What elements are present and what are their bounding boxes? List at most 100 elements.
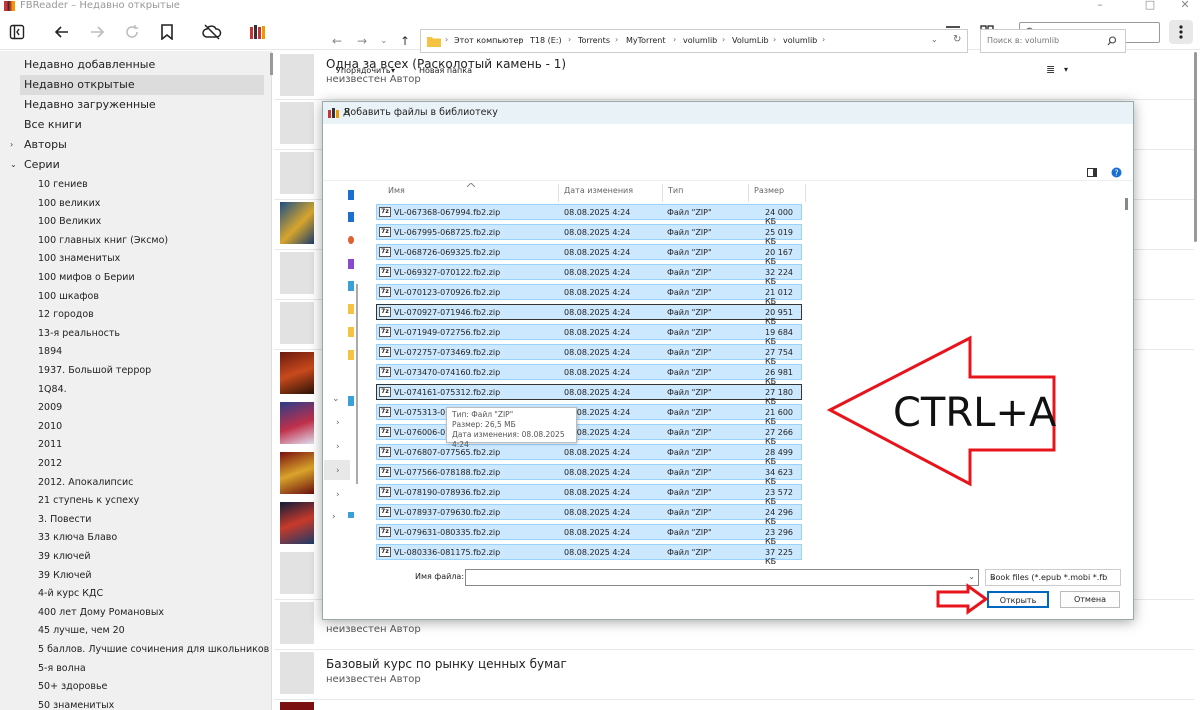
series-item[interactable]: 100 шкафов (38, 288, 99, 306)
file-row[interactable]: 7z VL-078190-078936.fb2.zip 08.08.2025 4:2… (376, 484, 802, 506)
nav-pane-icon[interactable] (348, 190, 354, 200)
address-dropdown-icon[interactable]: ⌄ (931, 35, 938, 44)
nav-expand-icon[interactable]: › (332, 512, 336, 522)
library-books-icon[interactable] (246, 20, 270, 44)
collapse-arrow-icon[interactable]: ⌄ (10, 155, 17, 175)
sidebar-item-series[interactable]: Серии (20, 155, 264, 175)
nav-expand-icon[interactable]: › (336, 466, 340, 476)
series-item[interactable]: 5-я волна (38, 660, 86, 678)
file-row[interactable]: 7z VL-078937-079630.fb2.zip 08.08.2025 4:2… (376, 504, 802, 526)
nav-pane-icon[interactable] (348, 350, 354, 360)
book-cover[interactable] (280, 452, 314, 494)
nav-pane-icon[interactable] (348, 327, 354, 337)
nav-pane-icon[interactable] (348, 281, 354, 291)
nav-pane-icon[interactable] (348, 304, 354, 314)
forward-arrow-icon[interactable] (85, 20, 109, 44)
series-item[interactable]: 4-й курс КДС (38, 585, 103, 603)
series-item[interactable]: 100 великих (38, 195, 100, 213)
column-divider[interactable] (662, 184, 663, 202)
cloud-off-icon[interactable] (200, 20, 224, 44)
series-item[interactable]: 100 Великих (38, 213, 101, 231)
file-list-scrollbar[interactable] (1125, 198, 1128, 210)
bookmark-icon[interactable] (155, 20, 179, 44)
series-item[interactable]: 3. Повести (38, 511, 91, 529)
book-cover[interactable] (280, 602, 314, 644)
new-folder-button[interactable]: Новая папка (419, 66, 472, 75)
file-row[interactable]: 7z VL-073470-074160.fb2.zip 08.08.2025 4:2… (376, 364, 802, 386)
nav-pane-icon[interactable] (348, 512, 354, 518)
book-list-scrollbar[interactable] (1194, 52, 1197, 242)
column-divider[interactable] (748, 184, 749, 202)
breadcrumb-item[interactable]: VolumLib (732, 36, 769, 45)
book-cover[interactable] (280, 502, 314, 544)
series-item[interactable]: 10 гениев (38, 176, 88, 194)
sidebar-item-recently-added[interactable]: Недавно добавленные (20, 55, 264, 75)
breadcrumb-item[interactable]: volumlib (683, 36, 717, 45)
more-menu-button[interactable] (1169, 20, 1193, 44)
up-folder-icon[interactable]: ↑ (400, 34, 410, 48)
file-row[interactable]: 7z VL-079631-080335.fb2.zip 08.08.2025 4:2… (376, 524, 802, 546)
column-divider[interactable] (805, 184, 806, 202)
nav-pane-icon[interactable] (348, 396, 354, 406)
breadcrumb-item[interactable]: MyTorrent (626, 36, 665, 45)
series-item[interactable]: 1Q84. (38, 381, 67, 399)
breadcrumb-item[interactable]: Этот компьютер (454, 36, 523, 45)
sidebar-item-recently-opened[interactable]: Недавно открытые (20, 75, 264, 95)
file-row[interactable]: 7z VL-071949-072756.fb2.zip 08.08.2025 4:2… (376, 324, 802, 346)
series-item[interactable]: 21 ступень к успеху (38, 492, 139, 510)
book-cover[interactable] (280, 252, 314, 294)
series-item[interactable]: 100 знаменитых (38, 250, 120, 268)
breadcrumb-item[interactable]: volumlib (783, 36, 817, 45)
book-cover[interactable] (280, 202, 314, 244)
series-item[interactable]: 39 Ключей (38, 567, 92, 585)
toggle-sidebar-icon[interactable] (5, 20, 29, 44)
sidebar-item-authors[interactable]: Авторы (20, 135, 264, 155)
series-item[interactable]: 5 баллов. Лучшие сочинения для школьнико… (38, 641, 269, 659)
organize-button[interactable]: Упорядочить (336, 66, 391, 75)
dialog-back-icon[interactable]: ← (332, 34, 342, 48)
book-cover[interactable] (280, 102, 314, 144)
nav-pane-icon[interactable] (348, 236, 354, 244)
series-item[interactable]: 2011 (38, 436, 62, 454)
nav-pane-icon[interactable] (348, 259, 354, 269)
file-row[interactable]: 7z VL-067995-068725.fb2.zip 08.08.2025 4:2… (376, 224, 802, 246)
dialog-close-icon[interactable]: ✕ (343, 107, 1125, 118)
sidebar-item-all-books[interactable]: Все книги (20, 115, 264, 135)
file-row[interactable]: 7z VL-068726-069325.fb2.zip 08.08.2025 4:2… (376, 244, 802, 266)
nav-pane-icon[interactable] (348, 212, 354, 222)
refresh-location-icon[interactable]: ↻ (953, 34, 961, 45)
column-header-date[interactable]: Дата изменения (564, 186, 633, 195)
file-row[interactable]: 7z VL-072757-073469.fb2.zip 08.08.2025 4:2… (376, 344, 802, 366)
book-title[interactable]: Базовый курс по рынку ценных бумаг (326, 657, 567, 671)
recent-locations-icon[interactable]: ⌄ (380, 36, 388, 46)
help-icon[interactable]: ? (1111, 167, 1122, 178)
column-divider[interactable] (558, 184, 559, 202)
book-cover[interactable] (280, 302, 314, 344)
series-item[interactable]: 50 знаменитых (38, 697, 114, 710)
series-item[interactable]: 2012 (38, 455, 62, 473)
book-cover[interactable] (280, 652, 314, 694)
series-item[interactable]: 12 городов (38, 306, 94, 324)
series-item[interactable]: 50+ здоровье (38, 678, 107, 696)
file-row[interactable]: 7z VL-076006-076 08.08.2025 4:24 Файл "ZIP"… (376, 424, 802, 446)
file-row[interactable]: 7z VL-080336-081175.fb2.zip 08.08.2025 4:2… (376, 544, 802, 566)
maximize-button[interactable]: □ (1135, 0, 1165, 12)
file-row[interactable]: 7z VL-070927-071946.fb2.zip 08.08.2025 4:2… (376, 304, 802, 326)
series-item[interactable]: 13-я реальность (38, 325, 120, 343)
series-item[interactable]: 1937. Большой террор (38, 362, 151, 380)
column-header-size[interactable]: Размер (754, 186, 784, 195)
open-button[interactable]: Открыть (987, 591, 1049, 608)
series-item[interactable]: 100 главных книг (Эксмо) (38, 232, 168, 250)
preview-pane-icon[interactable] (1087, 168, 1097, 177)
book-cover[interactable] (280, 702, 314, 710)
file-row[interactable]: 7z VL-069327-070122.fb2.zip 08.08.2025 4:2… (376, 264, 802, 286)
breadcrumb-item[interactable]: T18 (E:) (530, 36, 562, 45)
series-item[interactable]: 1894 (38, 343, 62, 361)
series-item[interactable]: 39 ключей (38, 548, 91, 566)
cancel-button[interactable]: Отмена (1060, 591, 1120, 608)
dialog-forward-icon[interactable]: → (357, 34, 367, 48)
expand-arrow-icon[interactable]: › (10, 135, 13, 155)
series-item[interactable]: 33 ключа Блаво (38, 529, 117, 547)
view-options-icon[interactable]: ≣ (1046, 63, 1055, 76)
file-row[interactable]: 7z VL-075313-076 08.08.2025 4:24 Файл "ZIP"… (376, 404, 802, 426)
